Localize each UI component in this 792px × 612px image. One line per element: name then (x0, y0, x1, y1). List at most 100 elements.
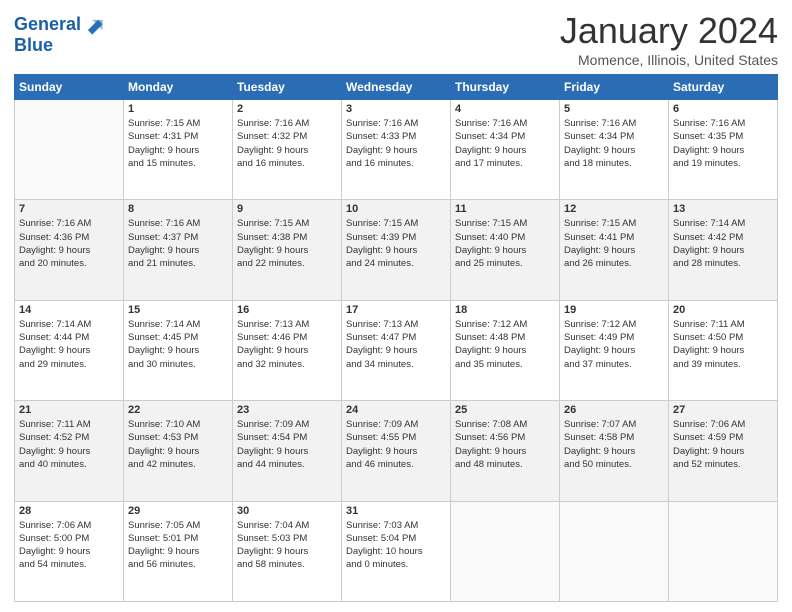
day-info: Sunset: 4:34 PM (455, 130, 555, 143)
day-info: Sunset: 4:41 PM (564, 231, 664, 244)
day-info: Sunset: 4:44 PM (19, 331, 119, 344)
day-info: and 58 minutes. (237, 558, 337, 571)
calendar-cell (15, 100, 124, 200)
col-header-saturday: Saturday (669, 75, 778, 100)
day-info: Sunset: 5:00 PM (19, 532, 119, 545)
day-info: and 28 minutes. (673, 257, 773, 270)
day-info: and 26 minutes. (564, 257, 664, 270)
day-info: Sunset: 4:40 PM (455, 231, 555, 244)
day-number: 19 (564, 304, 664, 316)
day-number: 13 (673, 203, 773, 215)
day-info: and 32 minutes. (237, 358, 337, 371)
day-info: Sunset: 4:46 PM (237, 331, 337, 344)
day-info: and 40 minutes. (19, 458, 119, 471)
calendar-cell: 26Sunrise: 7:07 AMSunset: 4:58 PMDayligh… (560, 401, 669, 501)
calendar-cell: 14Sunrise: 7:14 AMSunset: 4:44 PMDayligh… (15, 300, 124, 400)
day-number: 14 (19, 304, 119, 316)
day-info: Sunset: 5:01 PM (128, 532, 228, 545)
day-info: Sunrise: 7:16 AM (346, 117, 446, 130)
calendar-cell: 18Sunrise: 7:12 AMSunset: 4:48 PMDayligh… (451, 300, 560, 400)
col-header-monday: Monday (124, 75, 233, 100)
day-number: 10 (346, 203, 446, 215)
day-info: and 0 minutes. (346, 558, 446, 571)
day-info: Sunrise: 7:12 AM (455, 318, 555, 331)
location: Momence, Illinois, United States (560, 52, 778, 68)
day-info: Daylight: 9 hours (19, 244, 119, 257)
day-info: Sunset: 4:47 PM (346, 331, 446, 344)
logo-text: General (14, 15, 81, 35)
day-info: and 17 minutes. (455, 157, 555, 170)
calendar-cell: 30Sunrise: 7:04 AMSunset: 5:03 PMDayligh… (233, 501, 342, 601)
calendar-cell (669, 501, 778, 601)
day-info: Daylight: 9 hours (237, 144, 337, 157)
day-info: Daylight: 9 hours (128, 445, 228, 458)
day-info: Daylight: 9 hours (673, 144, 773, 157)
day-info: Sunrise: 7:13 AM (237, 318, 337, 331)
day-info: Sunset: 4:56 PM (455, 431, 555, 444)
day-number: 11 (455, 203, 555, 215)
day-info: Daylight: 9 hours (128, 144, 228, 157)
calendar-cell: 31Sunrise: 7:03 AMSunset: 5:04 PMDayligh… (342, 501, 451, 601)
calendar-cell: 12 Sunrise: 7:15 AMSunset: 4:41 PMDayligh… (560, 200, 669, 300)
day-info: and 16 minutes. (237, 157, 337, 170)
day-info: Daylight: 9 hours (346, 144, 446, 157)
logo: General Blue (14, 14, 104, 56)
col-header-tuesday: Tuesday (233, 75, 342, 100)
day-info: Sunset: 4:36 PM (19, 231, 119, 244)
calendar-cell: 5Sunrise: 7:16 AMSunset: 4:34 PMDaylight… (560, 100, 669, 200)
day-info: and 21 minutes. (128, 257, 228, 270)
day-info: Daylight: 9 hours (564, 244, 664, 257)
day-info: Sunrise: 7:07 AM (564, 418, 664, 431)
day-info: and 29 minutes. (19, 358, 119, 371)
day-info: Sunrise: 7:15 AM (128, 117, 228, 130)
day-info: Sunset: 4:35 PM (673, 130, 773, 143)
day-number: 9 (237, 203, 337, 215)
day-number: 6 (673, 103, 773, 115)
day-info: Sunrise: 7:06 AM (673, 418, 773, 431)
day-info: Sunrise: 7:16 AM (673, 117, 773, 130)
day-info: Daylight: 9 hours (19, 445, 119, 458)
day-info: Sunset: 4:52 PM (19, 431, 119, 444)
day-info: and 20 minutes. (19, 257, 119, 270)
day-number: 23 (237, 404, 337, 416)
day-info: Sunset: 4:53 PM (128, 431, 228, 444)
calendar-cell: 2Sunrise: 7:16 AMSunset: 4:32 PMDaylight… (233, 100, 342, 200)
day-info: and 46 minutes. (346, 458, 446, 471)
month-title: January 2024 (560, 10, 778, 52)
calendar-cell (560, 501, 669, 601)
day-info: Daylight: 9 hours (455, 445, 555, 458)
calendar-cell: 25Sunrise: 7:08 AMSunset: 4:56 PMDayligh… (451, 401, 560, 501)
day-info: Sunrise: 7:05 AM (128, 519, 228, 532)
calendar-cell: 29Sunrise: 7:05 AMSunset: 5:01 PMDayligh… (124, 501, 233, 601)
day-number: 2 (237, 103, 337, 115)
day-info: Sunrise: 7:10 AM (128, 418, 228, 431)
col-header-thursday: Thursday (451, 75, 560, 100)
day-info: Daylight: 9 hours (237, 344, 337, 357)
calendar-cell: 9Sunrise: 7:15 AMSunset: 4:38 PMDaylight… (233, 200, 342, 300)
day-info: Sunrise: 7:15 AM (564, 217, 664, 230)
day-info: and 50 minutes. (564, 458, 664, 471)
day-info: Sunrise: 7:09 AM (237, 418, 337, 431)
day-info: Daylight: 9 hours (673, 244, 773, 257)
calendar-cell (451, 501, 560, 601)
day-number: 24 (346, 404, 446, 416)
day-info: Daylight: 9 hours (19, 344, 119, 357)
day-info: Sunset: 4:33 PM (346, 130, 446, 143)
calendar-cell: 27Sunrise: 7:06 AMSunset: 4:59 PMDayligh… (669, 401, 778, 501)
day-info: Daylight: 9 hours (455, 344, 555, 357)
header: General Blue January 2024 Momence, Illin… (14, 10, 778, 68)
day-info: and 56 minutes. (128, 558, 228, 571)
day-info: Sunset: 4:32 PM (237, 130, 337, 143)
day-info: Daylight: 9 hours (237, 545, 337, 558)
day-number: 12 (564, 203, 664, 215)
day-info: and 30 minutes. (128, 358, 228, 371)
day-info: Sunrise: 7:15 AM (455, 217, 555, 230)
day-number: 29 (128, 505, 228, 517)
calendar-cell: 19Sunrise: 7:12 AMSunset: 4:49 PMDayligh… (560, 300, 669, 400)
day-info: and 25 minutes. (455, 257, 555, 270)
day-info: and 44 minutes. (237, 458, 337, 471)
calendar-cell: 8Sunrise: 7:16 AMSunset: 4:37 PMDaylight… (124, 200, 233, 300)
day-info: Sunrise: 7:12 AM (564, 318, 664, 331)
day-info: Sunset: 4:37 PM (128, 231, 228, 244)
day-info: Sunrise: 7:16 AM (128, 217, 228, 230)
